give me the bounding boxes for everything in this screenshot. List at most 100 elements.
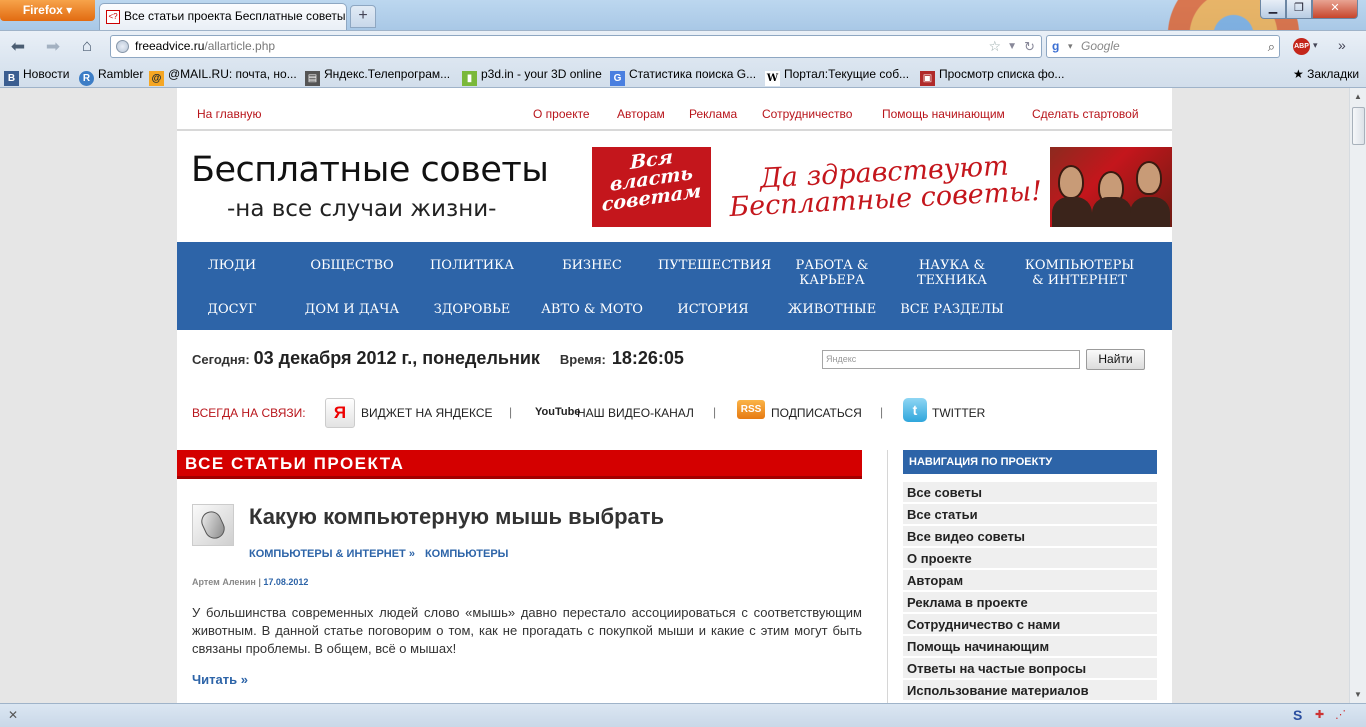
category-politics[interactable]: ПОЛИТИКА [417, 258, 527, 273]
bookmarks-menu-button[interactable]: ★ Закладки [1293, 67, 1359, 81]
sidebar-item-help[interactable]: Помощь начинающим [903, 636, 1157, 658]
category-science[interactable]: НАУКА & ТЕХНИКА [897, 258, 1007, 288]
bookmark-star-icon[interactable]: ☆ [988, 36, 1001, 57]
social-link-twitter[interactable]: TWITTER [932, 406, 985, 420]
bookmark-item[interactable]: B Новости [4, 67, 69, 86]
category-people[interactable]: ЛЮДИ [177, 258, 287, 273]
category-travel[interactable]: ПУТЕШЕСТВИЯ [658, 258, 771, 273]
sidebar-item-cooperation[interactable]: Сотрудничество с нами [903, 614, 1157, 636]
date-time-row: Сегодня: 03 декабря 2012 г., понедельник В… [192, 348, 684, 369]
yandex-icon[interactable]: Я [325, 398, 355, 428]
bookmark-item[interactable]: W Портал:Текущие соб... [765, 67, 909, 86]
google-icon[interactable]: g [1052, 39, 1066, 53]
scroll-up-arrow-icon[interactable]: ▲ [1350, 88, 1366, 105]
social-link-subscribe[interactable]: ПОДПИСАТЬСЯ [771, 406, 862, 420]
site-logo-subtitle: -на все случаи жизни- [227, 196, 497, 222]
search-icon[interactable]: ⌕ [1268, 36, 1275, 57]
nav-link-help[interactable]: Помощь начинающим [882, 107, 1005, 121]
article-title[interactable]: Какую компьютерную мышь выбрать [249, 504, 664, 530]
bookmark-item[interactable]: @ @MAIL.RU: почта, но... [149, 67, 297, 86]
wikipedia-icon: W [765, 71, 780, 86]
sidebar-item-faq[interactable]: Ответы на частые вопросы [903, 658, 1157, 680]
new-tab-button[interactable]: + [350, 5, 376, 28]
close-addon-bar-icon[interactable]: ✕ [8, 708, 18, 722]
vertical-scrollbar[interactable]: ▲ ▼ [1349, 88, 1366, 703]
resize-grip-icon[interactable]: ⋰ [1335, 708, 1346, 721]
category-career[interactable]: РАБОТА & КАРЬЕРА [777, 258, 887, 288]
category-health[interactable]: ЗДОРОВЬЕ [417, 302, 527, 317]
read-more-link[interactable]: Читать » [192, 672, 248, 687]
bookmark-item[interactable]: R Rambler [79, 67, 143, 86]
skype-icon[interactable]: S [1293, 707, 1308, 723]
bookmark-label: Яндекс.Телепрограм... [324, 67, 451, 81]
forward-arrow-icon[interactable]: ➡ [43, 37, 63, 57]
twitter-icon[interactable]: t [903, 398, 927, 422]
article-thumbnail[interactable] [192, 504, 234, 546]
today-label: Сегодня: [192, 352, 250, 367]
bookmark-item[interactable]: ▮ p3d.in - your 3D online [462, 67, 602, 86]
search-submit-button[interactable]: Найти [1086, 349, 1145, 370]
reload-icon[interactable]: ↻ [1024, 36, 1035, 57]
page-container: На главную О проекте Авторам Реклама Сот… [177, 88, 1172, 703]
nav-link-ads[interactable]: Реклама [689, 107, 737, 121]
youtube-logo-text: YouTube [535, 406, 581, 418]
scrollbar-thumb[interactable] [1352, 107, 1365, 145]
category-business[interactable]: БИЗНЕС [537, 258, 647, 273]
bookmark-item[interactable]: ▣ Просмотр списка фо... [920, 67, 1064, 86]
category-leisure[interactable]: ДОСУГ [177, 302, 287, 317]
nav-home-link[interactable]: На главную [197, 107, 261, 121]
banner-slogan: Да здравствуют Бесплатные советы! [719, 150, 1051, 224]
toolbar-more-icon[interactable]: » [1338, 37, 1346, 53]
sidebar-item-all-video[interactable]: Все видео советы [903, 526, 1157, 548]
sidebar-item-ads[interactable]: Реклама в проекте [903, 592, 1157, 614]
bookmarks-menu-label: Закладки [1307, 67, 1360, 81]
category-all[interactable]: ВСЕ РАЗДЕЛЫ [897, 302, 1007, 317]
web-search-input[interactable]: g ▾ Google ⌕ [1046, 35, 1280, 58]
search-engine-dropdown-icon[interactable]: ▾ [1068, 36, 1073, 57]
url-bar[interactable]: freeadvice.ru/allarticle.php ☆ ▼ ↻ [110, 35, 1042, 58]
category-computers[interactable]: КОМПЬЮТЕРЫ & ИНТЕРНЕТ [1017, 258, 1142, 288]
header-banner[interactable]: Вся власть советам Да здравствуют Беспла… [592, 146, 1172, 227]
rss-icon[interactable]: RSS [737, 400, 765, 419]
sidebar-item-all-articles[interactable]: Все статьи [903, 504, 1157, 526]
category-auto[interactable]: АВТО & МОТО [537, 302, 647, 317]
top-navigation: На главную О проекте Авторам Реклама Сот… [177, 103, 1172, 131]
sidebar-item-authors[interactable]: Авторам [903, 570, 1157, 592]
tab-active[interactable]: <? Все статьи проекта Бесплатные советы [99, 3, 347, 30]
home-icon[interactable]: ⌂ [77, 36, 97, 56]
article-category-link[interactable]: КОМПЬЮТЕРЫ [425, 548, 508, 560]
nav-link-about[interactable]: О проекте [533, 107, 590, 121]
bookmark-label: @MAIL.RU: почта, но... [168, 67, 297, 81]
adblock-dropdown-icon[interactable]: ▾ [1313, 40, 1318, 51]
social-link-yandex[interactable]: ВИДЖЕТ НА ЯНДЕКСЕ [361, 406, 493, 420]
bookmark-label: p3d.in - your 3D online [481, 67, 602, 81]
sidebar-item-materials[interactable]: Использование материалов [903, 680, 1157, 702]
social-link-video[interactable]: НАШ ВИДЕО-КАНАЛ [577, 406, 694, 420]
bookmark-item[interactable]: ▤ Яндекс.Телепрограм... [305, 67, 450, 86]
nav-link-authors[interactable]: Авторам [617, 107, 665, 121]
category-society[interactable]: ОБЩЕСТВО [297, 258, 407, 273]
category-history[interactable]: ИСТОРИЯ [658, 302, 768, 317]
yandex-search-input[interactable]: Яндекс [822, 350, 1080, 369]
sidebar-item-all-advice[interactable]: Все советы [903, 482, 1157, 504]
minimize-button[interactable]: ▁ [1260, 0, 1286, 19]
site-logo-title[interactable]: Бесплатные советы [191, 150, 549, 190]
scroll-down-arrow-icon[interactable]: ▼ [1350, 686, 1366, 703]
category-animals[interactable]: ЖИВОТНЫЕ [777, 302, 887, 317]
back-arrow-icon[interactable]: ⬅ [8, 37, 28, 57]
nav-link-cooperation[interactable]: Сотрудничество [762, 107, 852, 121]
category-home[interactable]: ДОМ И ДАЧА [297, 302, 407, 317]
sidebar-item-about[interactable]: О проекте [903, 548, 1157, 570]
addon-icon[interactable]: ✚ [1315, 708, 1324, 721]
maximize-button[interactable]: ❐ [1286, 0, 1312, 19]
rambler-icon: R [79, 71, 94, 86]
close-window-button[interactable]: ✕ [1312, 0, 1358, 19]
firefox-menu-button[interactable]: Firefox ▾ [0, 0, 95, 21]
nav-link-make-start[interactable]: Сделать стартовой [1032, 107, 1139, 121]
bookmark-item[interactable]: G Статистика поиска G... [610, 67, 756, 86]
url-dropdown-icon[interactable]: ▼ [1007, 36, 1017, 57]
article-category-link[interactable]: КОМПЬЮТЕРЫ & ИНТЕРНЕТ » [249, 548, 415, 560]
article-excerpt: У большинства современных людей слово «м… [192, 605, 862, 656]
adblock-icon[interactable]: ABP [1293, 38, 1310, 55]
youtube-icon[interactable]: YouTube [535, 406, 580, 418]
